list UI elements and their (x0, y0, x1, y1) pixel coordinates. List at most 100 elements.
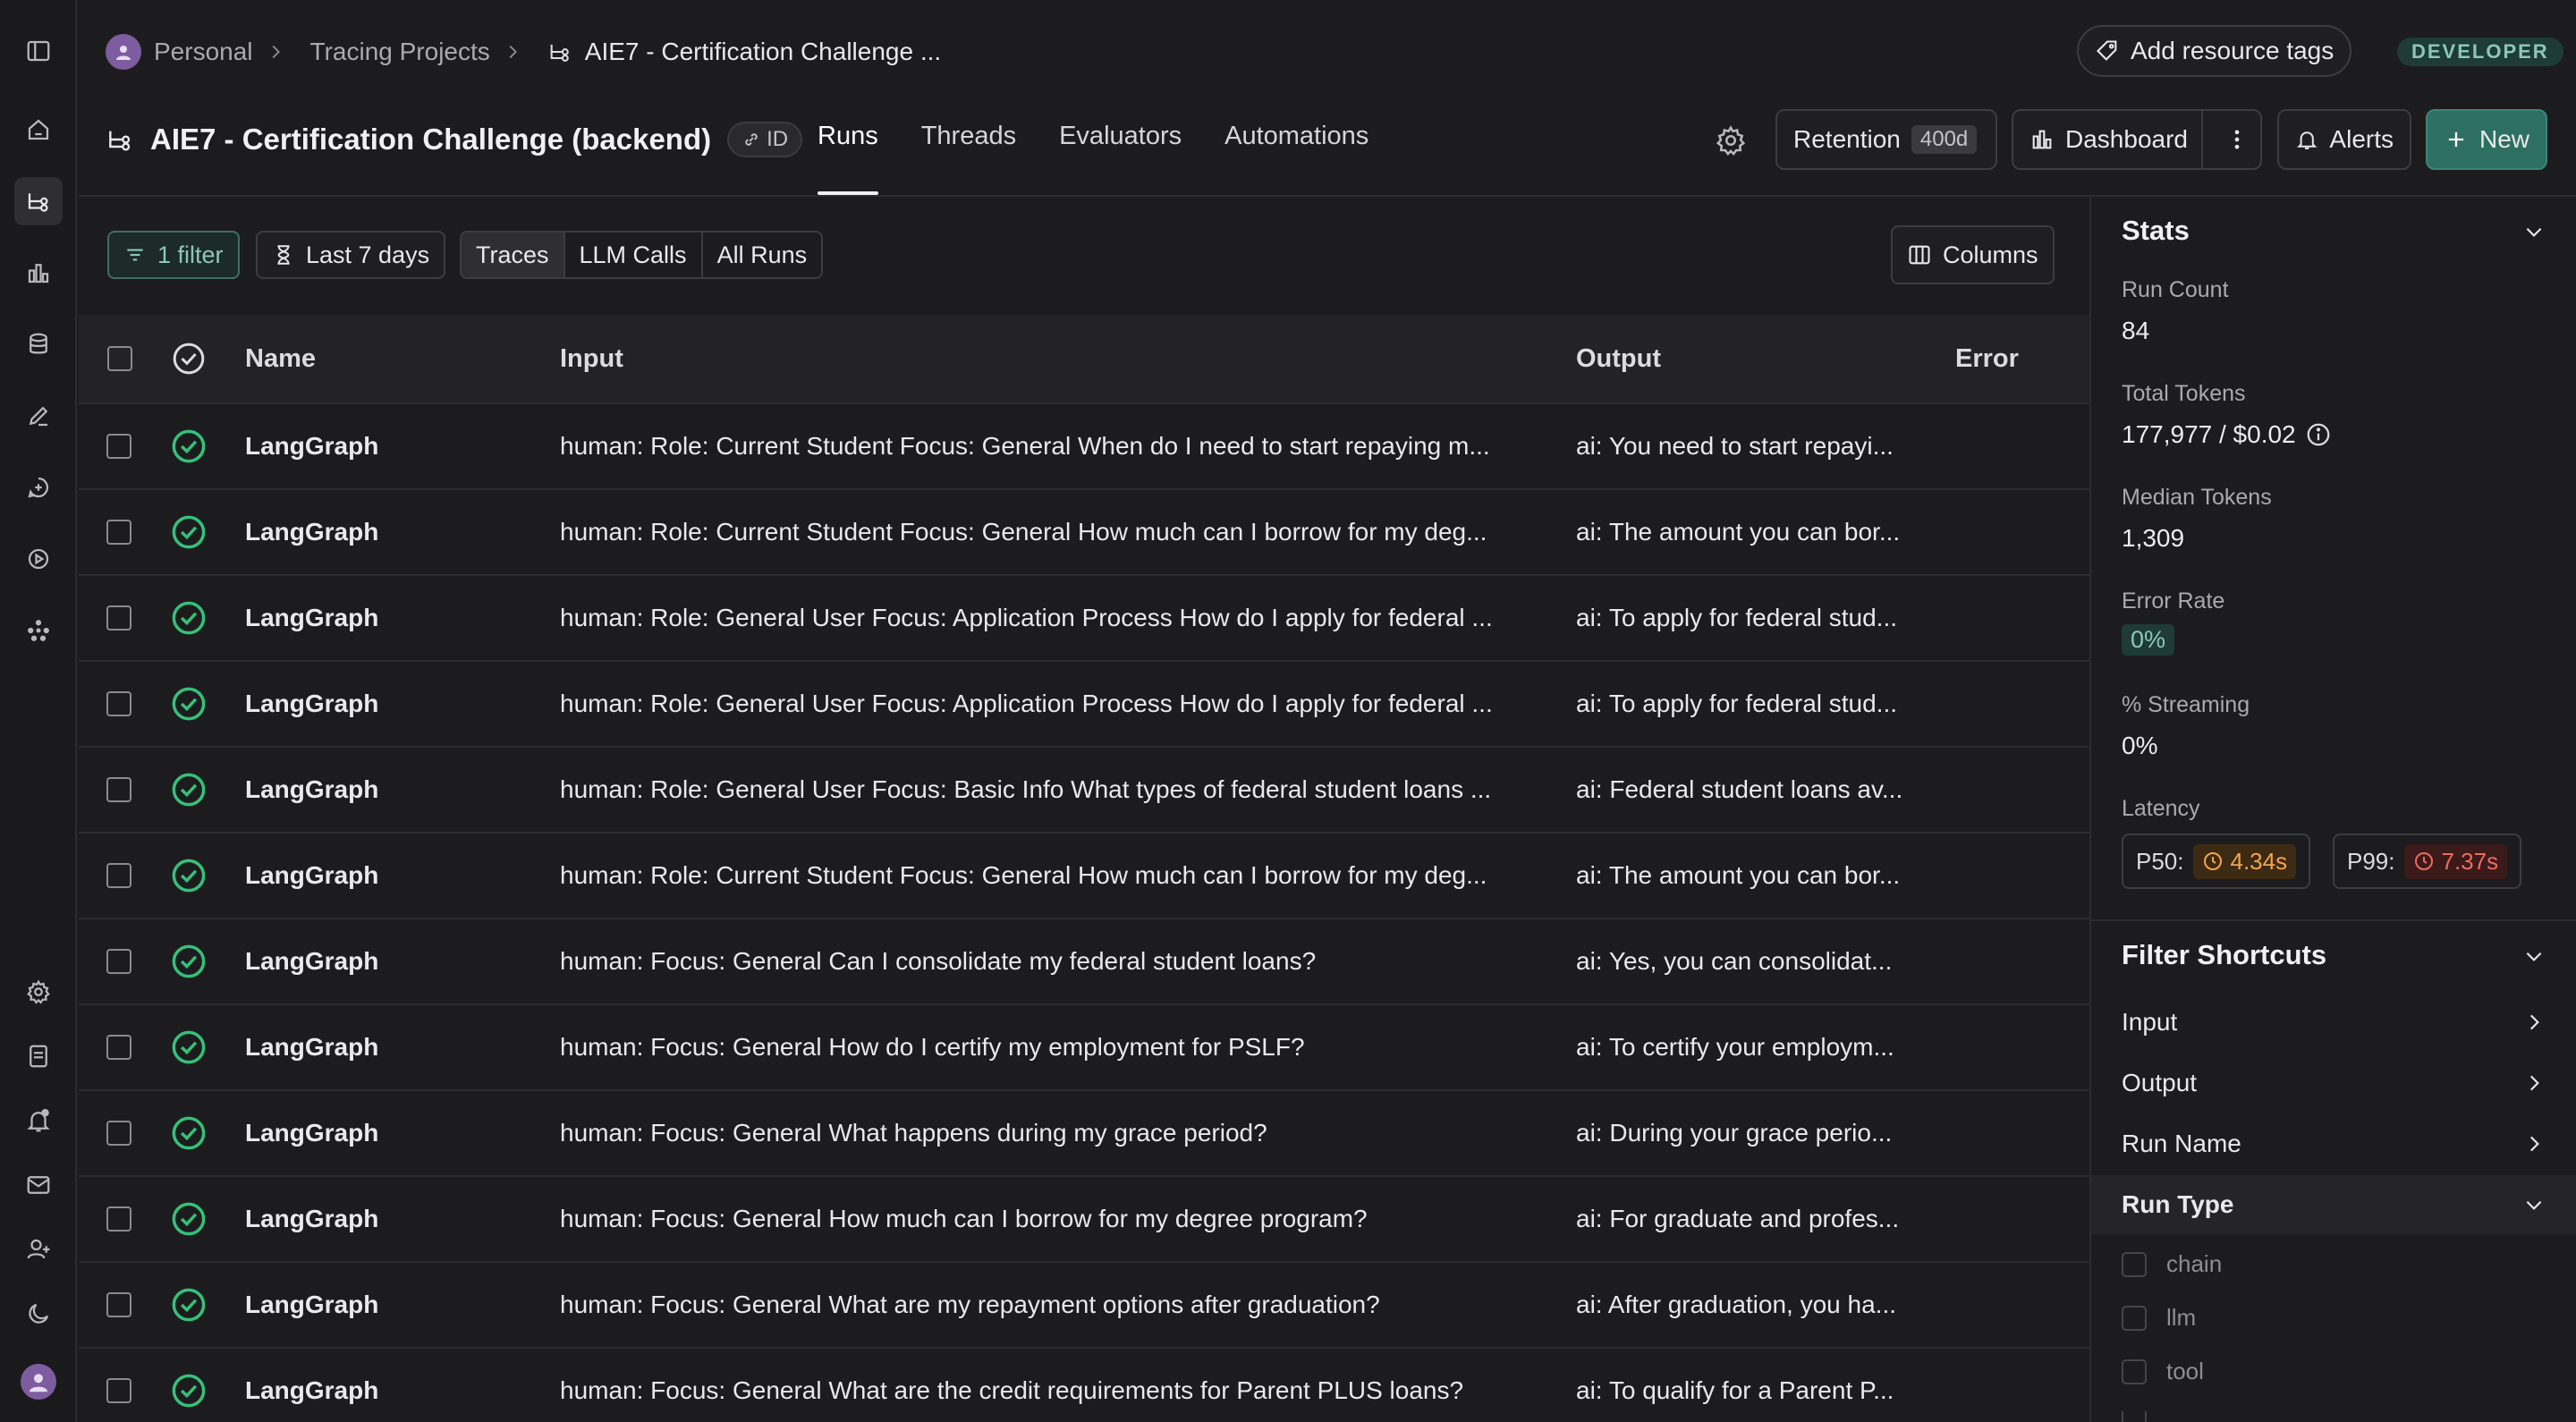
user-avatar-icon[interactable] (14, 1358, 63, 1406)
column-header-error[interactable]: Error (1955, 344, 2019, 374)
row-checkbox[interactable] (106, 520, 131, 545)
filter-shortcut-run-name[interactable]: Run Name (2091, 1114, 2576, 1173)
copy-id-button[interactable]: ID (727, 122, 803, 157)
run-type-option-tool[interactable]: tool (2122, 1358, 2204, 1385)
bell-icon (2297, 131, 2318, 149)
breadcrumb-tracing-projects[interactable]: Tracing Projects (310, 38, 490, 66)
info-icon[interactable] (2305, 421, 2332, 448)
monitoring-icon[interactable] (14, 249, 63, 297)
checkbox[interactable] (2122, 1305, 2147, 1331)
row-checkbox[interactable] (106, 1206, 131, 1232)
filter-button[interactable]: 1 filter (107, 231, 240, 279)
row-checkbox[interactable] (106, 777, 131, 802)
prompts-icon[interactable] (14, 463, 63, 512)
annotation-icon[interactable] (14, 392, 63, 440)
new-button[interactable]: New (2426, 109, 2547, 170)
playground-icon[interactable] (14, 535, 63, 583)
alerts-button[interactable]: Alerts (2277, 109, 2411, 170)
row-checkbox[interactable] (106, 434, 131, 459)
column-header-input[interactable]: Input (560, 344, 623, 374)
notifications-icon[interactable] (14, 1096, 63, 1145)
row-checkbox[interactable] (106, 1292, 131, 1317)
tab-evaluators[interactable]: Evaluators (1059, 122, 1182, 195)
run-name[interactable]: LangGraph (245, 1376, 378, 1405)
project-settings-gear-icon[interactable] (1714, 123, 1748, 157)
add-resource-tags-button[interactable]: Add resource tags (2077, 25, 2352, 77)
collapse-stats-chevron-icon[interactable] (2522, 220, 2546, 243)
more-options-icon[interactable] (2214, 111, 2260, 168)
select-all-checkbox[interactable] (107, 346, 132, 371)
filter-shortcut-run-type[interactable]: Run Type (2091, 1175, 2576, 1234)
table-row[interactable]: LangGraph human: Role: General User Focus… (79, 660, 2089, 746)
run-name[interactable]: LangGraph (245, 518, 378, 546)
column-header-name[interactable]: Name (245, 344, 316, 374)
retention-button[interactable]: Retention 400d (1775, 109, 1997, 170)
invite-user-icon[interactable] (14, 1225, 63, 1274)
table-row[interactable]: LangGraph human: Focus: General How do I … (79, 1003, 2089, 1089)
theme-moon-icon[interactable] (14, 1290, 63, 1338)
run-name[interactable]: LangGraph (245, 1291, 378, 1319)
mail-icon[interactable] (14, 1161, 63, 1209)
segment-llm-calls[interactable]: LLM Calls (565, 233, 703, 277)
time-range-button[interactable]: Last 7 days (256, 231, 446, 279)
run-name[interactable]: LangGraph (245, 947, 378, 976)
checkbox[interactable] (2122, 1359, 2147, 1384)
row-checkbox[interactable] (106, 1378, 131, 1403)
collapse-filter-shortcuts-chevron-icon[interactable] (2522, 944, 2546, 968)
run-name[interactable]: LangGraph (245, 861, 378, 890)
run-type-option-llm[interactable]: llm (2122, 1304, 2196, 1332)
table-row[interactable]: LangGraph human: Role: General User Focus… (79, 746, 2089, 832)
filter-shortcut-output[interactable]: Output (2091, 1054, 2576, 1113)
run-name[interactable]: LangGraph (245, 604, 378, 632)
hourglass-icon (277, 245, 290, 265)
run-name[interactable]: LangGraph (245, 1033, 378, 1062)
checkbox[interactable] (2122, 1251, 2147, 1277)
success-check-icon (172, 601, 206, 635)
docs-icon[interactable] (14, 1032, 63, 1080)
success-check-icon (172, 515, 206, 549)
tab-automations[interactable]: Automations (1224, 122, 1368, 195)
table-row[interactable]: LangGraph human: Focus: General What are … (79, 1347, 2089, 1422)
columns-button[interactable]: Columns (1891, 225, 2055, 284)
table-row[interactable]: LangGraph human: Focus: General What are … (79, 1261, 2089, 1347)
dashboard-button[interactable]: Dashboard (2065, 125, 2188, 154)
row-checkbox[interactable] (106, 605, 131, 631)
table-row[interactable]: LangGraph human: Role: Current Student Fo… (79, 402, 2089, 488)
breadcrumb-personal[interactable]: Personal (154, 38, 253, 66)
table-row[interactable]: LangGraph human: Focus: General What happ… (79, 1089, 2089, 1175)
datasets-icon[interactable] (14, 320, 63, 368)
table-row[interactable]: LangGraph human: Role: General User Focus… (79, 574, 2089, 660)
p99-value: 7.37s (2441, 847, 2499, 875)
settings-icon[interactable] (14, 968, 63, 1016)
deployments-icon[interactable] (14, 606, 63, 655)
segment-all-runs[interactable]: All Runs (703, 233, 822, 277)
option-label: tool (2166, 1358, 2204, 1384)
tab-threads[interactable]: Threads (921, 122, 1016, 195)
tab-runs[interactable]: Runs (818, 122, 878, 195)
tracing-projects-icon[interactable] (14, 177, 63, 225)
total-tokens-row: 177,977 / $0.02 (2122, 420, 2332, 449)
row-checkbox[interactable] (106, 949, 131, 974)
filter-shortcut-input[interactable]: Input (2091, 993, 2576, 1052)
run-input: human: Role: Current Student Focus: Gene… (560, 861, 1487, 889)
row-checkbox[interactable] (106, 691, 131, 716)
run-name[interactable]: LangGraph (245, 775, 378, 804)
toggle-sidebar-icon[interactable] (14, 27, 63, 75)
breadcrumb-current-project[interactable]: AIE7 - Certification Challenge ... (585, 38, 941, 66)
row-checkbox[interactable] (106, 1121, 131, 1146)
run-name[interactable]: LangGraph (245, 690, 378, 718)
table-row[interactable]: LangGraph human: Focus: General How much … (79, 1175, 2089, 1261)
row-checkbox[interactable] (106, 1035, 131, 1060)
table-row[interactable]: LangGraph human: Role: Current Student Fo… (79, 488, 2089, 574)
home-icon[interactable] (14, 106, 63, 154)
column-header-output[interactable]: Output (1576, 344, 1661, 374)
run-name[interactable]: LangGraph (245, 432, 378, 461)
segment-traces[interactable]: Traces (462, 233, 565, 277)
run-type-option-chain[interactable]: chain (2122, 1250, 2222, 1278)
table-row[interactable]: LangGraph human: Focus: General Can I con… (79, 918, 2089, 1003)
run-name[interactable]: LangGraph (245, 1205, 378, 1233)
run-name[interactable]: LangGraph (245, 1119, 378, 1147)
table-row[interactable]: LangGraph human: Role: Current Student Fo… (79, 832, 2089, 918)
run-output: ai: Federal student loans av... (1576, 775, 1903, 803)
row-checkbox[interactable] (106, 863, 131, 888)
